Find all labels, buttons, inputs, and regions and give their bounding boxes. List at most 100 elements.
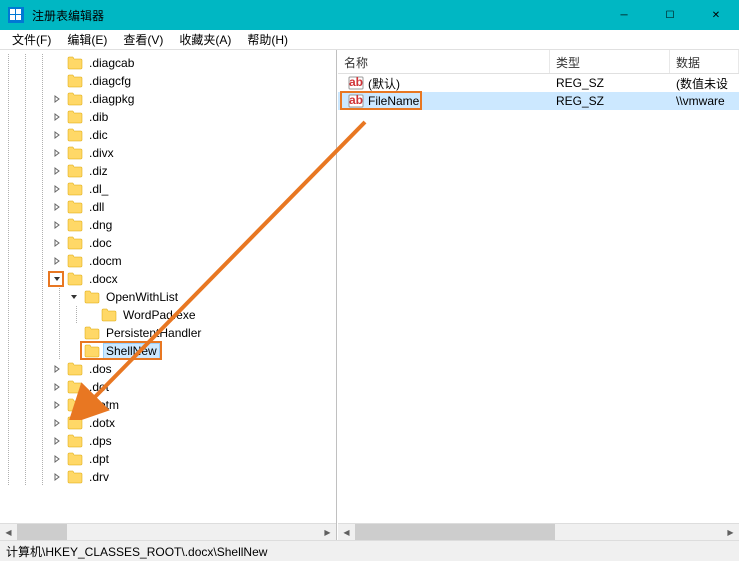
tree-expand-icon[interactable] — [51, 75, 63, 87]
tree-expand-icon[interactable] — [51, 111, 63, 123]
tree-item[interactable]: .diagpkg — [0, 90, 336, 108]
tree-item[interactable]: .diagcab — [0, 54, 336, 72]
column-header-name[interactable]: 名称 — [338, 50, 550, 73]
maximize-button[interactable]: ☐ — [647, 0, 693, 30]
tree-expand-icon[interactable] — [51, 93, 63, 105]
tree-item[interactable]: .dot — [0, 378, 336, 396]
scroll-right-icon[interactable]: ▶ — [722, 524, 739, 540]
tree-expand-icon[interactable] — [51, 129, 63, 141]
cell-type: REG_SZ — [550, 76, 670, 90]
column-header-type[interactable]: 类型 — [550, 50, 670, 73]
close-button[interactable]: ✕ — [693, 0, 739, 30]
tree-item[interactable]: .diz — [0, 162, 336, 180]
cell-data: \\vmware — [670, 94, 739, 108]
tree-expand-icon[interactable] — [51, 237, 63, 249]
scroll-track[interactable] — [355, 524, 722, 540]
tree-item[interactable]: .dotx — [0, 414, 336, 432]
scroll-track[interactable] — [17, 524, 319, 540]
titlebar: 注册表编辑器 ─ ☐ ✕ — [0, 0, 739, 30]
tree-expand-icon[interactable] — [51, 453, 63, 465]
menu-edit[interactable]: 编辑(E) — [59, 29, 115, 50]
tree-expand-icon[interactable] — [85, 309, 97, 321]
tree-item-label: .divx — [87, 146, 116, 160]
tree-item[interactable]: .doc — [0, 234, 336, 252]
tree-expand-icon[interactable] — [68, 345, 80, 357]
list-row[interactable]: abFileNameREG_SZ\\vmware — [338, 92, 739, 110]
tree-item[interactable]: .divx — [0, 144, 336, 162]
tree-item[interactable]: .dng — [0, 216, 336, 234]
reg-string-icon: ab — [348, 75, 364, 91]
tree-scrollbar-horizontal[interactable]: ◀ ▶ — [0, 523, 336, 540]
tree-item[interactable]: .dpt — [0, 450, 336, 468]
tree-expand-icon[interactable] — [51, 219, 63, 231]
tree-item[interactable]: ShellNew — [0, 342, 336, 360]
scroll-thumb[interactable] — [17, 524, 67, 540]
tree-expand-icon[interactable] — [51, 165, 63, 177]
folder-icon — [67, 470, 83, 484]
tree-item[interactable]: OpenWithList — [0, 288, 336, 306]
tree-item-label: PersistentHandler — [104, 326, 203, 340]
list-body[interactable]: ab(默认)REG_SZ(数值未设abFileNameREG_SZ\\vmwar… — [338, 74, 739, 110]
tree-item[interactable]: .dl_ — [0, 180, 336, 198]
tree-item[interactable]: .docx — [0, 270, 336, 288]
tree-item[interactable]: .dll — [0, 198, 336, 216]
tree-expand-icon[interactable] — [51, 57, 63, 69]
folder-icon — [67, 182, 83, 196]
tree-item[interactable]: .dic — [0, 126, 336, 144]
folder-icon — [67, 146, 83, 160]
tree-item-label: .dng — [87, 218, 114, 232]
tree-item[interactable]: .dos — [0, 360, 336, 378]
svg-text:ab: ab — [349, 75, 363, 89]
tree-expand-icon[interactable] — [51, 435, 63, 447]
tree-expand-icon[interactable] — [51, 201, 63, 213]
tree-expand-icon[interactable] — [51, 273, 63, 285]
tree-expand-icon[interactable] — [51, 399, 63, 411]
reg-string-icon: ab — [348, 93, 364, 109]
menu-help[interactable]: 帮助(H) — [239, 29, 296, 50]
folder-icon — [67, 236, 83, 250]
list-row[interactable]: ab(默认)REG_SZ(数值未设 — [338, 74, 739, 92]
tree-view[interactable]: .diagcab.diagcfg.diagpkg.dib .dic .divx .di… — [0, 50, 336, 523]
menu-view[interactable]: 查看(V) — [115, 29, 171, 50]
tree-item-label: .dot — [87, 380, 111, 394]
tree-item-label: .dic — [87, 128, 110, 142]
tree-item[interactable]: .docm — [0, 252, 336, 270]
folder-icon — [67, 56, 83, 70]
tree-expand-icon[interactable] — [68, 291, 80, 303]
folder-icon — [67, 218, 83, 232]
folder-icon — [67, 200, 83, 214]
tree-expand-icon[interactable] — [51, 471, 63, 483]
tree-item-label: .docx — [87, 272, 120, 286]
tree-panel: .diagcab.diagcfg.diagpkg.dib .dic .divx .di… — [0, 50, 337, 540]
tree-item[interactable]: .dps — [0, 432, 336, 450]
tree-expand-icon[interactable] — [51, 417, 63, 429]
scroll-left-icon[interactable]: ◀ — [0, 524, 17, 540]
scroll-thumb[interactable] — [355, 524, 555, 540]
column-header-data[interactable]: 数据 — [670, 50, 739, 73]
cell-name: ab(默认) — [338, 75, 550, 92]
tree-expand-icon[interactable] — [51, 363, 63, 375]
tree-item-label: .dll — [87, 200, 106, 214]
menu-file[interactable]: 文件(F) — [4, 29, 59, 50]
tree-expand-icon[interactable] — [51, 255, 63, 267]
folder-icon — [67, 272, 83, 286]
tree-item[interactable]: PersistentHandler — [0, 324, 336, 342]
tree-expand-icon[interactable] — [51, 147, 63, 159]
list-scrollbar-horizontal[interactable]: ◀ ▶ — [338, 523, 739, 540]
tree-expand-icon[interactable] — [51, 183, 63, 195]
tree-item-label: .docm — [87, 254, 124, 268]
tree-expand-icon[interactable] — [68, 327, 80, 339]
tree-expand-icon[interactable] — [51, 381, 63, 393]
tree-item[interactable]: .diagcfg — [0, 72, 336, 90]
tree-item[interactable]: WordPad.exe — [0, 306, 336, 324]
menu-favorites[interactable]: 收藏夹(A) — [171, 29, 239, 50]
folder-icon — [84, 344, 100, 358]
folder-icon — [84, 326, 100, 340]
scroll-left-icon[interactable]: ◀ — [338, 524, 355, 540]
minimize-button[interactable]: ─ — [601, 0, 647, 30]
tree-item[interactable]: .dib — [0, 108, 336, 126]
tree-item[interactable]: .drv — [0, 468, 336, 486]
cell-data: (数值未设 — [670, 75, 739, 92]
tree-item[interactable]: .dotm — [0, 396, 336, 414]
scroll-right-icon[interactable]: ▶ — [319, 524, 336, 540]
